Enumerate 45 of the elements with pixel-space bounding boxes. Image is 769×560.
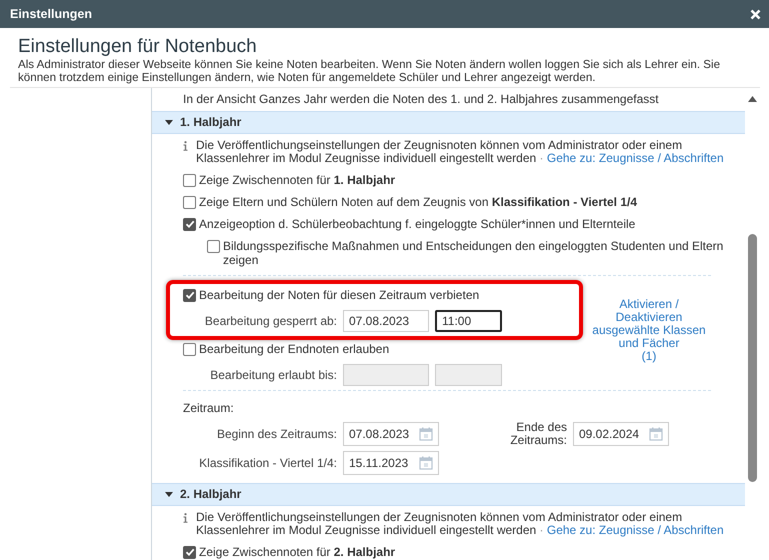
date-field[interactable]: 15.11.2023 (343, 450, 439, 475)
checkbox[interactable] (183, 288, 196, 302)
option-label: Zeige Zwischennoten für 2. Halbjahr (199, 544, 396, 559)
checkbox[interactable] (207, 240, 220, 253)
field-label: Klassifikation - Viertel 1/4: (198, 454, 337, 472)
period-label: Zeitraum: (183, 400, 235, 417)
info-text: Die Veröffentlichungseinstellungen der Zeugnisnoten können vom Administrator oder einem Klassenlehrer im Modul Zeugnisse individuell eingestellt werden · Gehe zu: Zeugnisse / Abschriften (196, 138, 725, 165)
caret-icon[interactable] (165, 120, 173, 125)
intro-text: In der Ansicht Ganzes Jahr werden die Noten des 1. und 2. Halbjahres zusammengefasst (182, 90, 660, 108)
field-label: Beginn des Zeitraums: (216, 426, 337, 443)
info-icon (183, 140, 188, 151)
toggle-classes-link[interactable]: Aktivieren / Deaktivieren ausgewählte Klassen und Fächer (1) (585, 298, 713, 363)
field-label: Ende des Zeitraums: (509, 420, 567, 447)
section-header[interactable]: 2. Halbjahr (152, 482, 745, 506)
time-field[interactable] (435, 364, 502, 386)
info-text: Die Veröffentlichungseinstellungen der Zeugnisnoten können vom Administrator oder einem Klassenlehrer im Modul Zeugnisse individuell eingestellt werden · Gehe zu: Zeugnisse / Abschriften (196, 510, 725, 537)
info-icon (183, 512, 188, 523)
option-label: Zeige Eltern und Schülern Noten auf dem Zeugnis von Klassifikation - Viertel 1/4 (199, 194, 638, 209)
field-label: Bearbeitung erlaubt bis: (209, 366, 337, 384)
checkbox[interactable] (183, 546, 196, 559)
date-field[interactable]: 07.08.2023 (343, 422, 439, 446)
field-label: Bearbeitung gesperrt ab: (204, 312, 337, 330)
date-field[interactable]: 09.02.2024 (573, 422, 669, 446)
checkbox[interactable] (183, 174, 196, 187)
scroll-up-icon[interactable] (748, 96, 757, 102)
page-heading: Einstellungen für Notenbuch (18, 36, 258, 58)
section-title: 2. Halbjahr (180, 486, 242, 504)
date-field[interactable]: 07.08.2023 (343, 310, 429, 332)
section-title: 1. Halbjahr (180, 114, 242, 132)
option-label: Zeige Zwischennoten für 1. Halbjahr (199, 172, 396, 187)
caret-icon[interactable] (165, 492, 173, 497)
option-label: Bearbeitung der Endnoten erlauben (199, 342, 390, 356)
checkbox[interactable] (183, 218, 196, 231)
option-label: Anzeigeoption d. Schülerbeobachtung f. eingeloggte Schüler*innen und Elternteile (199, 216, 636, 231)
checkbox[interactable] (183, 196, 196, 209)
window-title: Einstellungen (10, 6, 92, 23)
section-header[interactable]: 1. Halbjahr (152, 110, 745, 134)
description-text: Als Administrator dieser Webseite können Sie keine Noten bearbeiten. Wenn Sie Noten ändern wollen loggen Sie sich als Lehrer ein. Sie können trotzdem einige Einstellungen ändern, wie Noten für angemeldete Schüler und Lehrer angezeigt werden. (18, 58, 722, 85)
scroll-thumb[interactable] (748, 234, 757, 482)
option-label: Bearbeitung der Noten für diesen Zeitraum verbieten (199, 288, 480, 302)
zeugnisse-link[interactable]: Gehe zu: Zeugnisse / Abschriften (546, 522, 724, 537)
option-label: Bildungsspezifische Maßnahmen und Entscheidungen den eingeloggten Studenten und Eltern zeigen (223, 238, 724, 267)
close-icon[interactable] (750, 8, 761, 20)
zeugnisse-link[interactable]: Gehe zu: Zeugnisse / Abschriften (546, 150, 724, 165)
time-field[interactable]: 11:00 (435, 310, 502, 332)
